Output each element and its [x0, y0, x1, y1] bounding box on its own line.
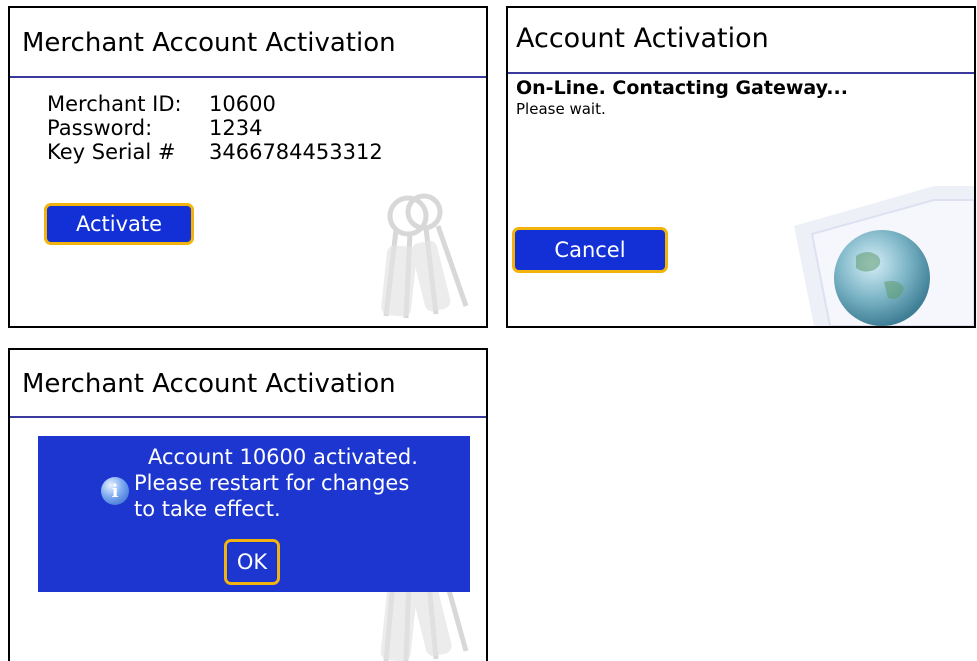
activation-result-screen: Merchant Account Activation i Account 10… — [8, 348, 488, 661]
ok-button[interactable]: OK — [224, 539, 280, 585]
key-serial-row: Key Serial # 3466784453312 — [47, 140, 383, 164]
merchant-id-value[interactable]: 10600 — [209, 92, 276, 116]
key-serial-label: Key Serial # — [47, 140, 176, 164]
dialog-message-line2: Please restart for changes — [134, 471, 410, 495]
info-icon: i — [101, 477, 129, 505]
key-serial-value[interactable]: 3466784453312 — [209, 140, 383, 164]
screen-title: Merchant Account Activation — [10, 350, 486, 418]
screen-title: Merchant Account Activation — [10, 8, 486, 78]
password-label: Password: — [47, 116, 153, 140]
connection-substatus: Please wait. — [516, 100, 606, 118]
account-fields: Merchant ID: 10600 Password: 1234 Key Se… — [47, 92, 383, 164]
connection-status: On-Line. Contacting Gateway... — [516, 77, 848, 99]
password-value[interactable]: 1234 — [209, 116, 262, 140]
merchant-id-row: Merchant ID: 10600 — [47, 92, 383, 116]
connecting-screen: Account Activation On-Line. Contacting G… — [506, 6, 976, 328]
dialog-message: Account 10600 activated. Please restart … — [134, 444, 454, 522]
password-row: Password: 1234 — [47, 116, 383, 140]
keys-watermark-icon — [381, 193, 469, 319]
screen-title: Account Activation — [508, 8, 974, 74]
activation-form-screen: Merchant Account Activation Merchant ID:… — [8, 6, 488, 328]
activation-success-dialog: i Account 10600 activated. Please restar… — [38, 436, 470, 592]
cancel-button[interactable]: Cancel — [512, 227, 668, 273]
dialog-message-line1: Account 10600 activated. — [148, 445, 418, 469]
activate-button[interactable]: Activate — [44, 203, 194, 245]
merchant-id-label: Merchant ID: — [47, 92, 182, 116]
dialog-message-line3: to take effect. — [134, 497, 281, 521]
globe-watermark-icon — [794, 186, 974, 326]
